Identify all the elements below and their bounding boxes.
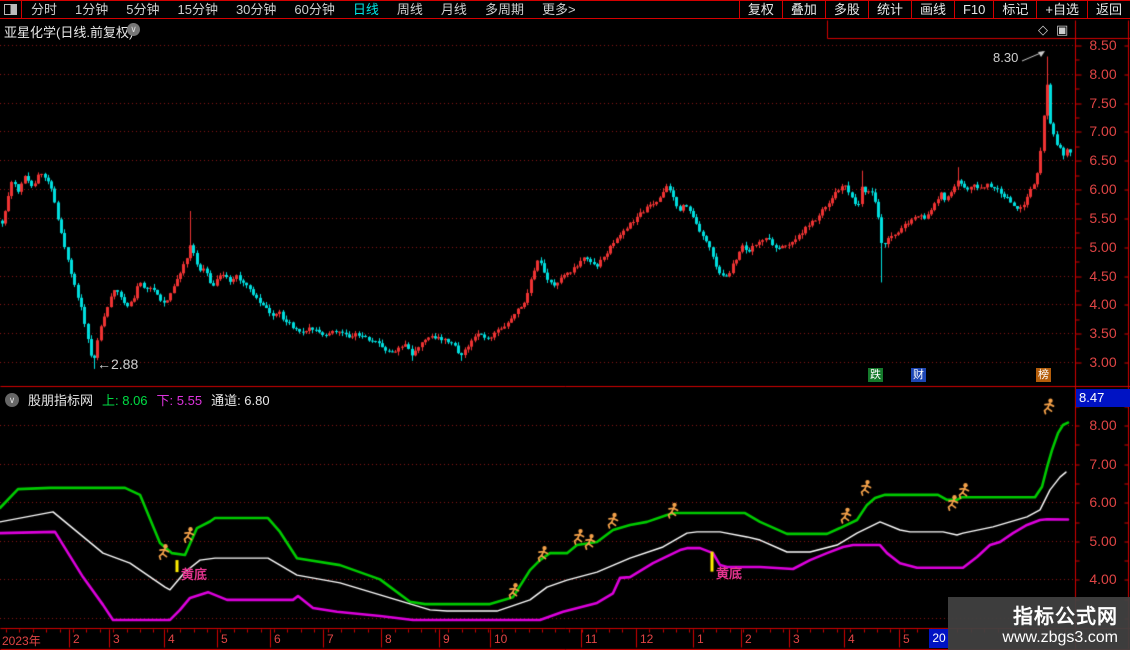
indicator-axis-label: 8.00 — [1089, 417, 1117, 433]
watermark: 指标公式网 www.zbgs3.com — [948, 597, 1130, 650]
main-axis-label: 5.00 — [1089, 238, 1117, 255]
market-link-badge[interactable]: 财 — [911, 368, 926, 382]
date-label: 10 — [494, 632, 508, 646]
date-label: 11 — [585, 632, 598, 646]
indicator-axis-label: 4.00 — [1089, 571, 1117, 588]
date-label: 3 — [793, 632, 800, 646]
date-label: 2023年 — [2, 634, 41, 648]
main-axis-label: 6.00 — [1089, 181, 1117, 198]
main-axis-label: 4.00 — [1089, 296, 1117, 313]
trading-app-window: 分时1分钟5分钟15分钟30分钟60分钟日线周线月线多周期更多> 复权叠加多股统… — [0, 0, 1130, 650]
date-label: 12 — [640, 632, 654, 646]
indicator-axis-label: 6.00 — [1089, 494, 1117, 511]
collapse-chevron-icon[interactable]: ∨ — [5, 392, 19, 407]
indicator-upper-value: 上: 8.06 — [102, 393, 148, 408]
date-label: 5 — [903, 632, 910, 646]
watermark-title: 指标公式网 — [1013, 606, 1118, 628]
date-label: 9 — [443, 632, 450, 646]
high-price-annotation: 8.30 — [993, 50, 1019, 65]
main-axis-label: 6.50 — [1089, 152, 1117, 169]
watermark-url: www.zbgs3.com — [1002, 629, 1118, 646]
main-axis-label: 3.50 — [1089, 325, 1117, 342]
indicator-scale-max-badge: 8.47 — [1076, 389, 1130, 407]
indicator-channel-value: 通道: 6.80 — [211, 393, 270, 408]
main-axis-label: 7.00 — [1089, 123, 1117, 140]
date-label: 5 — [221, 632, 228, 646]
date-label: 7 — [327, 632, 334, 646]
market-link-badge[interactable]: 跌 — [868, 368, 883, 382]
date-label: 2 — [745, 632, 752, 646]
date-label: 8 — [385, 632, 392, 646]
indicator-axis-label: 7.00 — [1089, 455, 1117, 472]
main-axis-label: 8.50 — [1089, 37, 1117, 53]
main-axis-label: 5.50 — [1089, 209, 1117, 226]
date-label: 6 — [274, 632, 281, 646]
main-axis-label: 7.50 — [1089, 94, 1117, 111]
low-price-annotation: ←2.88 — [97, 356, 139, 372]
date-label: 1 — [697, 632, 704, 646]
main-axis-label: 3.00 — [1089, 353, 1117, 370]
chevron-down-icon[interactable]: ∨ — [127, 23, 140, 36]
diamond-icon[interactable]: ◇ — [1038, 22, 1048, 38]
main-axis-label: 4.50 — [1089, 267, 1117, 284]
main-axis-label: 8.00 — [1089, 65, 1117, 82]
date-label: 2 — [73, 632, 80, 646]
stock-title: 亚星化学(日线.前复权) — [4, 25, 134, 40]
date-label: 4 — [168, 632, 175, 646]
panel-layout-icon[interactable]: ▣ — [1056, 22, 1068, 38]
bottom-signal-label: 黄底 — [181, 567, 208, 582]
chart-plot-area[interactable] — [0, 0, 1130, 650]
indicator-name: 股朋指标网 — [28, 393, 94, 408]
indicator-axis-label: 5.00 — [1089, 532, 1117, 549]
date-label: 4 — [848, 632, 855, 646]
indicator-header: ∨ 股朋指标网 上: 8.06 下: 5.55 通道: 6.80 — [5, 390, 270, 409]
date-label: 3 — [113, 632, 120, 646]
bottom-signal-label: 黄底 — [716, 566, 743, 581]
indicator-lower-value: 下: 5.55 — [156, 393, 203, 408]
date-highlight-badge: 20 — [929, 629, 949, 648]
market-link-badge[interactable]: 榜 — [1036, 368, 1051, 382]
